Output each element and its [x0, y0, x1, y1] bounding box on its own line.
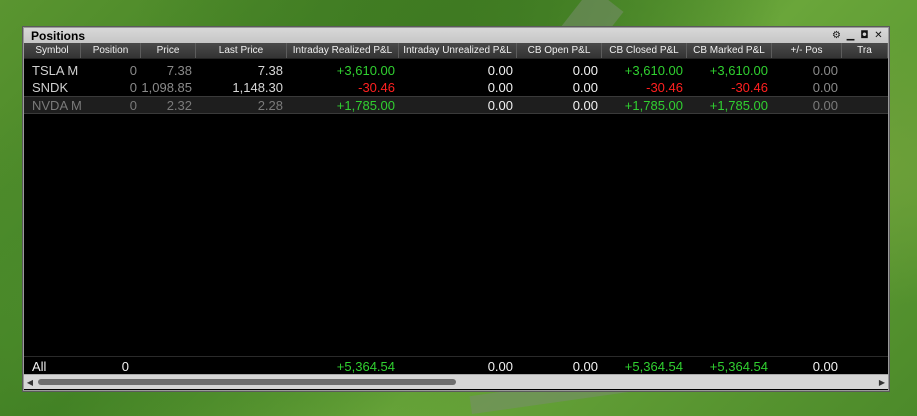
scroll-left-icon[interactable]: ◀: [24, 375, 36, 389]
cell-cb-marked: +3,610.00: [709, 63, 768, 78]
cell-plus-minus-pos: 0.00: [812, 80, 838, 95]
cell-cb-closed: +3,610.00: [624, 63, 683, 78]
cell-cb-closed: +1,785.00: [624, 97, 683, 113]
title-bar[interactable]: Positions ⚙ ▁ ◘ ✕: [24, 28, 888, 43]
horizontal-scrollbar[interactable]: ◀ ▶: [24, 374, 888, 389]
scrollbar-thumb[interactable]: [38, 379, 456, 385]
col-header-intraday-unrealized[interactable]: Intraday Unrealized P&L: [399, 43, 517, 58]
window-title: Positions: [31, 28, 86, 43]
minimize-icon[interactable]: ▁: [845, 30, 856, 41]
cell-last-price: 7.38: [257, 63, 283, 78]
cell-cb-open: 0.00: [572, 80, 598, 95]
cell-cb-marked: -30.46: [731, 80, 768, 95]
window-controls: ⚙ ▁ ◘ ✕: [831, 30, 888, 41]
col-header-tra[interactable]: Tra: [842, 43, 888, 58]
col-header-cb-marked[interactable]: CB Marked P&L: [687, 43, 772, 58]
cell-intraday-realized: +1,785.00: [336, 97, 395, 113]
cell-last-price: 2.28: [257, 97, 283, 113]
cell-cb-marked: +1,785.00: [709, 97, 768, 113]
totals-intraday-realized: +5,364.54: [336, 358, 395, 374]
col-header-symbol[interactable]: Symbol: [24, 43, 81, 58]
col-header-cb-open[interactable]: CB Open P&L: [517, 43, 602, 58]
cell-position: 0: [129, 97, 137, 113]
cell-cb-open: 0.00: [572, 63, 598, 78]
cell-position: 0: [129, 63, 137, 78]
restore-icon[interactable]: ◘: [859, 30, 870, 41]
col-header-plus-minus-pos[interactable]: +/- Pos: [772, 43, 842, 58]
totals-cb-open: 0.00: [572, 358, 598, 374]
cell-last-price: 1,148.30: [232, 80, 283, 95]
cell-cb-closed: -30.46: [646, 80, 683, 95]
totals-position: 0: [121, 358, 129, 374]
table-row[interactable]: TSLA M 0 7.38 7.38 +3,610.00 0.00 0.00 +…: [24, 62, 888, 79]
cell-position: 0: [129, 80, 137, 95]
cell-price: 2.32: [166, 97, 192, 113]
cell-symbol: NVDA M: [32, 97, 81, 113]
cell-intraday-realized: +3,610.00: [336, 63, 395, 78]
col-header-last-price[interactable]: Last Price: [196, 43, 287, 58]
totals-cb-marked: +5,364.54: [709, 358, 768, 374]
col-header-intraday-realized[interactable]: Intraday Realized P&L: [287, 43, 399, 58]
cell-intraday-unrealized: 0.00: [487, 63, 513, 78]
cell-intraday-unrealized: 0.00: [487, 80, 513, 95]
cell-plus-minus-pos: 0.00: [812, 97, 838, 113]
positions-window: Positions ⚙ ▁ ◘ ✕ Symbol Position Price …: [23, 27, 889, 391]
column-header-row: Symbol Position Price Last Price Intrada…: [24, 43, 888, 59]
totals-row: All 0 +5,364.54 0.00 0.00 +5,364.54 +5,3…: [24, 356, 888, 375]
cell-price: 7.38: [166, 63, 192, 78]
totals-cb-closed: +5,364.54: [624, 358, 683, 374]
cell-symbol: TSLA M: [32, 63, 79, 78]
scroll-right-icon[interactable]: ▶: [876, 375, 888, 389]
cell-intraday-realized: -30.46: [358, 80, 395, 95]
totals-plus-minus-pos: 0.00: [812, 358, 838, 374]
settings-icon[interactable]: ⚙: [831, 30, 842, 41]
cell-price: 1,098.85: [141, 80, 192, 95]
close-icon[interactable]: ✕: [873, 30, 884, 41]
totals-intraday-unrealized: 0.00: [487, 358, 513, 374]
cell-cb-open: 0.00: [572, 97, 598, 113]
cell-plus-minus-pos: 0.00: [812, 63, 838, 78]
table-row[interactable]: NVDA M 0 2.32 2.28 +1,785.00 0.00 0.00 +…: [24, 96, 888, 114]
cell-intraday-unrealized: 0.00: [487, 97, 513, 113]
col-header-price[interactable]: Price: [141, 43, 196, 58]
col-header-cb-closed[interactable]: CB Closed P&L: [602, 43, 687, 58]
positions-table: TSLA M 0 7.38 7.38 +3,610.00 0.00 0.00 +…: [24, 62, 888, 114]
cell-symbol: SNDK: [32, 80, 69, 95]
totals-label: All: [32, 358, 47, 374]
table-row[interactable]: SNDK 0 1,098.85 1,148.30 -30.46 0.00 0.0…: [24, 79, 888, 96]
col-header-position[interactable]: Position: [81, 43, 141, 58]
